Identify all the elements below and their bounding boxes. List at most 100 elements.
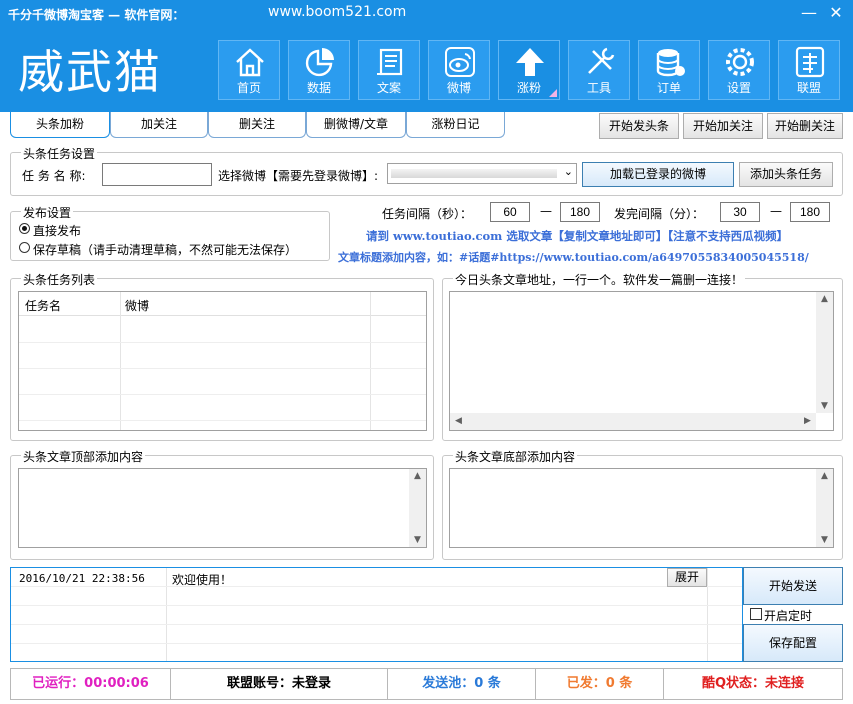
scroll-left-icon[interactable]: ◀ [450,416,467,426]
nav-alliance-label: 联盟 [796,81,821,95]
scroll-up-icon[interactable]: ▲ [816,471,833,481]
status-bar: 已运行：00:00:06 联盟账号：未登录 发送池：0 条 已发：0 条 酷Q状… [10,668,843,700]
start-send-button[interactable]: 开始发送 [743,567,843,605]
select-weibo-label: 选择微博【需要先登录微博】: [218,169,379,183]
scroll-right-icon[interactable]: ▶ [799,416,816,426]
enable-timer-label[interactable]: 开启定时 [764,607,812,624]
column-divider [120,292,121,430]
log-time: 2016/10/21 22:38:56 [19,572,145,585]
column-header-task-name[interactable]: 任务名 [25,297,61,314]
table-row [19,420,426,421]
bottom-content-textarea[interactable]: ▲ ▼ [449,468,834,548]
expand-log-button[interactable]: 展开 [667,568,707,587]
scroll-up-icon[interactable]: ▲ [409,471,426,481]
nav-settings-button[interactable]: 设置 [708,40,770,100]
database-icon [656,49,685,77]
task-name-label: 任 务 名 称: [22,169,86,183]
nav-orders-button[interactable]: 订单 [638,40,700,100]
close-button[interactable]: ✕ [824,2,848,24]
app-logo: 威武猫 [18,45,162,99]
radio-dot [22,226,27,231]
column-header-weibo[interactable]: 微博 [125,297,149,314]
bottom-content-legend: 头条文章底部添加内容 [453,448,578,465]
nav-settings-label: 设置 [726,81,751,95]
nav-tools-button[interactable]: 工具 [568,40,630,100]
top-content-legend: 头条文章顶部添加内容 [21,448,146,465]
task-list-table[interactable]: 任务名 微博 [18,291,427,431]
weibo-select[interactable]: ⌄ [387,163,577,184]
enable-timer-checkbox[interactable] [750,608,762,620]
column-divider [166,568,167,661]
tab-remove-follow[interactable]: 删关注 [208,112,306,138]
title-bar: 千分千微博淘宝客 — 软件官网： www.boom521.com — ✕ [0,0,853,28]
table-row [11,586,742,587]
load-logged-weibo-button[interactable]: 加载已登录的微博 [582,162,734,187]
weibo-select-value [391,169,557,178]
start-headline-button[interactable]: 开始发头条 [599,113,679,139]
nav-copywriting-label: 文案 [376,81,401,95]
status-alliance-account: 联盟账号：未登录 [171,669,388,699]
vertical-scrollbar[interactable]: ▲ ▼ [409,469,426,547]
publish-settings-legend: 发布设置 [21,204,74,221]
nav-data-button[interactable]: 数据 [288,40,350,100]
start-unfollow-button[interactable]: 开始删关注 [767,113,843,139]
task-interval-min-input[interactable] [490,202,530,222]
post-interval-dash: — [770,204,782,218]
vertical-scrollbar[interactable]: ▲ ▼ [816,292,833,413]
nav-grow-fans-button[interactable]: 涨粉 [498,40,560,100]
publish-direct-label[interactable]: 直接发布 [33,222,81,239]
start-follow-button[interactable]: 开始加关注 [683,113,763,139]
tab-fans-diary[interactable]: 涨粉日记 [406,112,505,138]
weibo-icon [445,47,475,77]
selected-corner-marker [549,89,557,97]
scroll-down-icon[interactable]: ▼ [409,535,426,545]
status-kuq: 酷Q状态：未连接 [701,676,805,691]
tab-add-follow[interactable]: 加关注 [110,112,208,138]
chevron-down-icon: ⌄ [563,165,573,178]
table-row [19,394,426,395]
nav-orders-label: 订单 [656,81,681,95]
task-name-input[interactable] [102,163,212,186]
table-row [11,624,742,625]
add-headline-task-button[interactable]: 添加头条任务 [739,162,833,187]
task-settings-legend: 头条任务设置 [21,145,98,162]
nav-home-button[interactable]: 首页 [218,40,280,100]
horizontal-scrollbar[interactable]: ◀ ▶ [450,413,816,430]
home-icon [236,48,264,77]
post-interval-max-input[interactable] [790,202,830,222]
title-content-instruction: 文章标题添加内容，如：#话题#https://www.toutiao.com/a… [338,251,809,264]
task-interval-label: 任务间隔（秒）： [382,207,473,221]
post-interval-label: 发完间隔（分）： [614,207,705,221]
website-url[interactable]: www.boom521.com [268,4,406,20]
article-urls-textarea[interactable]: ▲ ▼ ◀ ▶ [449,291,834,431]
top-content-textarea[interactable]: ▲ ▼ [18,468,427,548]
post-interval-min-input[interactable] [720,202,760,222]
arrow-up-icon [516,48,544,76]
status-send-pool: 发送池：0 条 [388,669,536,699]
table-row [11,605,742,606]
article-urls-legend: 今日头条文章地址，一行一个。软件发一篇删一连接！ [453,271,746,288]
tab-headline-fans[interactable]: 头条加粉 [10,112,110,138]
tools-icon [588,47,615,74]
scroll-down-icon[interactable]: ▼ [816,535,833,545]
minimize-button[interactable]: — [797,2,821,24]
scroll-up-icon[interactable]: ▲ [816,294,833,304]
column-divider [370,292,371,430]
nav-data-label: 数据 [306,81,331,95]
task-interval-max-input[interactable] [560,202,600,222]
tab-delete-weibo[interactable]: 删微博/文章 [306,112,406,138]
scroll-down-icon[interactable]: ▼ [816,401,833,411]
nav-weibo-button[interactable]: 微博 [428,40,490,100]
vertical-scrollbar[interactable]: ▲ ▼ [816,469,833,547]
save-config-button[interactable]: 保存配置 [743,624,843,662]
window-title: 千分千微博淘宝客 — 软件官网： [8,8,185,22]
publish-direct-radio[interactable] [19,223,30,234]
nav-copywriting-button[interactable]: 文案 [358,40,420,100]
nav-alliance-button[interactable]: 联盟 [778,40,840,100]
log-list[interactable]: 2016/10/21 22:38:56 欢迎使用！ 展开 [10,567,743,662]
save-draft-radio[interactable] [19,242,30,253]
task-interval-dash: — [540,204,552,218]
nav-home-label: 首页 [236,81,261,95]
save-draft-label[interactable]: 保存草稿（请手动清理草稿，不然可能无法保存） [33,241,297,258]
pie-chart-icon [305,48,334,77]
